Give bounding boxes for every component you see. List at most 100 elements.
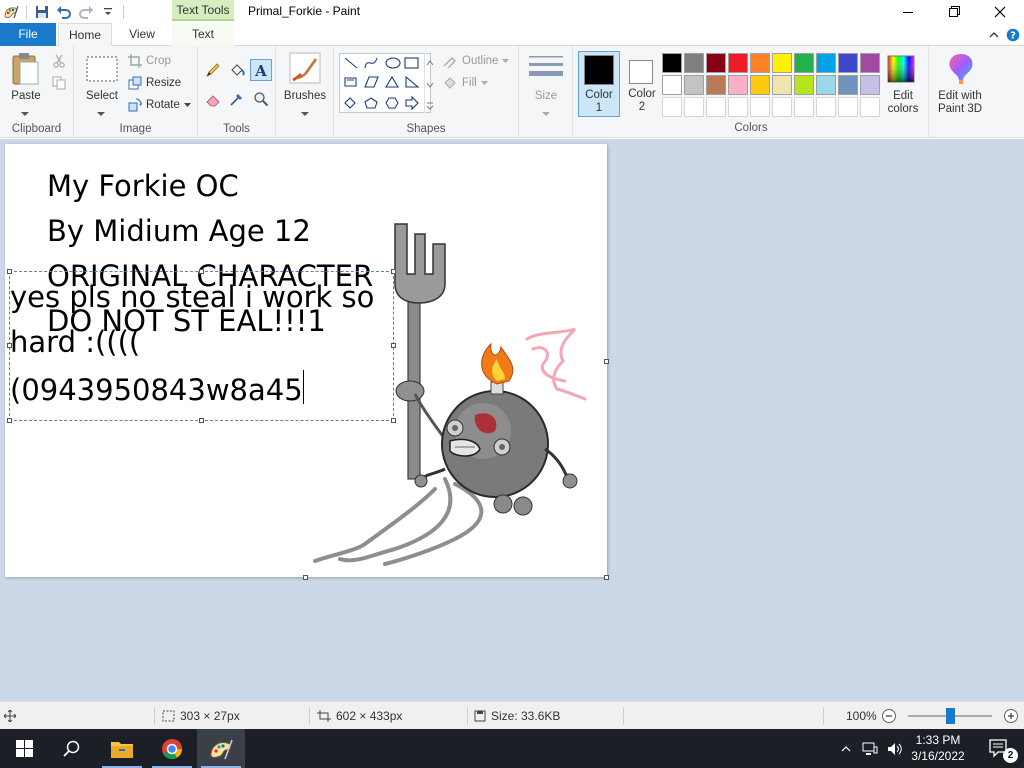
tab-home[interactable]: Home bbox=[58, 23, 112, 47]
taskbar-clock[interactable]: 1:33 PM 3/16/2022 bbox=[908, 732, 968, 764]
brushes-icon[interactable] bbox=[289, 52, 321, 87]
select-dropdown-icon[interactable] bbox=[97, 106, 105, 120]
color1-button[interactable]: Color 1 bbox=[578, 51, 620, 117]
palette-swatch[interactable] bbox=[816, 53, 836, 73]
brushes-button[interactable]: Brushes bbox=[280, 90, 330, 103]
tab-file[interactable]: File bbox=[0, 23, 56, 46]
tab-view[interactable]: View bbox=[114, 23, 170, 47]
palette-swatch[interactable] bbox=[728, 53, 748, 73]
zoom-slider-thumb[interactable] bbox=[946, 708, 955, 724]
palette-swatch-empty[interactable] bbox=[772, 97, 792, 117]
save-icon[interactable] bbox=[31, 1, 53, 23]
edit-colors-line1[interactable]: Edit bbox=[879, 90, 927, 103]
action-center-button[interactable]: 2 bbox=[976, 729, 1024, 768]
maximize-button[interactable] bbox=[931, 0, 977, 23]
paint-taskbar-button[interactable] bbox=[197, 729, 245, 768]
palette-swatch[interactable] bbox=[750, 53, 770, 73]
customize-qat-icon[interactable] bbox=[97, 1, 119, 23]
palette-swatch-empty[interactable] bbox=[794, 97, 814, 117]
resize-handle[interactable] bbox=[391, 418, 396, 423]
pencil-icon[interactable] bbox=[202, 59, 224, 81]
paint3d-icon[interactable] bbox=[946, 52, 976, 89]
palette-swatch-empty[interactable] bbox=[662, 97, 682, 117]
palette-swatch-empty[interactable] bbox=[706, 97, 726, 117]
copy-icon[interactable] bbox=[52, 76, 66, 93]
help-icon[interactable]: ? bbox=[1005, 27, 1021, 43]
resize-handle[interactable] bbox=[7, 269, 12, 274]
palette-swatch[interactable] bbox=[816, 75, 836, 95]
canvas-resize-handle[interactable] bbox=[303, 575, 308, 580]
palette-swatch[interactable] bbox=[838, 53, 858, 73]
canvas-resize-handle[interactable] bbox=[604, 575, 609, 580]
start-button[interactable] bbox=[0, 729, 48, 768]
zoom-in-button[interactable] bbox=[1003, 702, 1019, 730]
brushes-dropdown-icon[interactable] bbox=[301, 106, 309, 120]
paste-icon[interactable] bbox=[10, 52, 42, 89]
palette-swatch-empty[interactable] bbox=[838, 97, 858, 117]
palette-swatch[interactable] bbox=[662, 75, 682, 95]
resize-button[interactable]: Resize bbox=[128, 73, 181, 93]
chrome-button[interactable] bbox=[148, 729, 196, 768]
resize-handle[interactable] bbox=[199, 269, 204, 274]
crop-button[interactable]: Crop bbox=[128, 51, 171, 71]
select-button[interactable]: Select bbox=[82, 90, 122, 103]
palette-swatch[interactable] bbox=[838, 75, 858, 95]
eraser-icon[interactable] bbox=[202, 88, 224, 110]
collapse-ribbon-icon[interactable] bbox=[986, 27, 1002, 43]
palette-swatch[interactable] bbox=[750, 75, 770, 95]
shapes-gallery[interactable] bbox=[339, 53, 431, 113]
palette-swatch-empty[interactable] bbox=[816, 97, 836, 117]
outline-button[interactable]: Outline bbox=[442, 51, 510, 71]
palette-swatch[interactable] bbox=[684, 75, 704, 95]
resize-handle[interactable] bbox=[391, 343, 396, 348]
rotate-button[interactable]: Rotate bbox=[128, 95, 191, 115]
close-button[interactable] bbox=[977, 0, 1023, 23]
canvas-resize-handle[interactable] bbox=[604, 359, 609, 364]
canvas-workspace[interactable]: My Forkie OC By Midium Age 12 ORIGINAL C… bbox=[0, 139, 1024, 701]
network-button[interactable] bbox=[858, 729, 882, 768]
text-tool-icon[interactable]: A bbox=[250, 59, 272, 81]
paste-dropdown-icon[interactable] bbox=[21, 106, 29, 120]
paste-button[interactable]: Paste bbox=[8, 90, 44, 103]
search-button[interactable] bbox=[48, 729, 96, 768]
paint-app-icon[interactable] bbox=[0, 1, 22, 23]
paint3d-line2[interactable]: Paint 3D bbox=[929, 103, 991, 116]
show-hidden-icons-button[interactable] bbox=[836, 729, 856, 768]
undo-icon[interactable] bbox=[53, 1, 75, 23]
resize-handle[interactable] bbox=[199, 418, 204, 423]
size-icon[interactable] bbox=[529, 54, 563, 85]
magnifier-icon[interactable] bbox=[250, 88, 272, 110]
palette-swatch[interactable] bbox=[706, 75, 726, 95]
palette-swatch[interactable] bbox=[728, 75, 748, 95]
minimize-button[interactable] bbox=[885, 0, 931, 23]
edit-colors-icon[interactable] bbox=[886, 54, 916, 87]
palette-swatch[interactable] bbox=[794, 75, 814, 95]
palette-swatch[interactable] bbox=[662, 53, 682, 73]
file-explorer-button[interactable] bbox=[98, 729, 146, 768]
palette-swatch[interactable] bbox=[706, 53, 726, 73]
drawing-canvas[interactable]: My Forkie OC By Midium Age 12 ORIGINAL C… bbox=[5, 144, 607, 577]
tab-text[interactable]: Text bbox=[172, 23, 234, 47]
palette-swatch[interactable] bbox=[684, 53, 704, 73]
palette-swatch-empty[interactable] bbox=[860, 97, 880, 117]
redo-icon[interactable] bbox=[75, 1, 97, 23]
palette-swatch-empty[interactable] bbox=[728, 97, 748, 117]
palette-swatch[interactable] bbox=[794, 53, 814, 73]
volume-button[interactable] bbox=[884, 729, 906, 768]
shapes-scroll[interactable] bbox=[424, 53, 435, 113]
palette-swatch[interactable] bbox=[772, 75, 792, 95]
cut-icon[interactable] bbox=[52, 54, 66, 71]
resize-handle[interactable] bbox=[7, 343, 12, 348]
select-icon[interactable] bbox=[86, 56, 118, 85]
palette-swatch[interactable] bbox=[860, 53, 880, 73]
size-dropdown-icon[interactable] bbox=[542, 106, 550, 120]
resize-handle[interactable] bbox=[7, 418, 12, 423]
palette-swatch[interactable] bbox=[772, 53, 792, 73]
fill-button[interactable]: Fill bbox=[442, 73, 488, 93]
palette-swatch-empty[interactable] bbox=[684, 97, 704, 117]
color2-button[interactable]: Color 2 bbox=[622, 51, 664, 117]
paint3d-line1[interactable]: Edit with bbox=[929, 90, 991, 103]
size-button[interactable]: Size bbox=[523, 90, 569, 103]
palette-swatch-empty[interactable] bbox=[750, 97, 770, 117]
fill-bucket-icon[interactable] bbox=[226, 59, 248, 81]
